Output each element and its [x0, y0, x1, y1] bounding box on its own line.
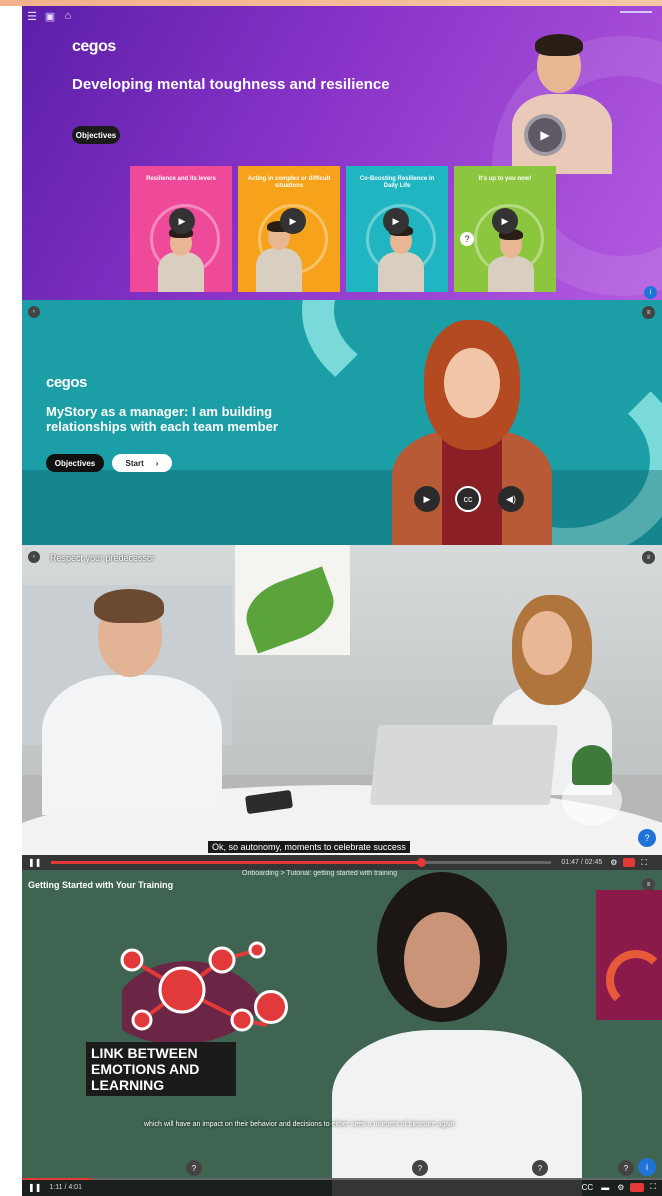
grid-icon[interactable]: ▣ [44, 10, 56, 23]
page-title: Developing mental toughness and resilien… [72, 76, 390, 93]
hotspot-help-icon[interactable]: ? [532, 1160, 548, 1176]
play-icon[interactable]: ▶ [280, 208, 306, 234]
page-title: MyStory as a manager: I am building rela… [46, 404, 278, 434]
module-card-3[interactable]: Co-Boosting Resilience in Daily Life ▶ [346, 166, 448, 292]
time-display: 1:11 / 4:01 [49, 1183, 82, 1191]
course-panel-mystory: ‹ ≡ cegos MyStory as a manager: I am bui… [22, 300, 662, 545]
back-icon[interactable]: ‹ [28, 551, 40, 563]
help-icon[interactable]: i [644, 286, 657, 299]
start-button[interactable]: Start › [112, 454, 172, 472]
chevron-right-icon: › [155, 458, 159, 468]
fullscreen-icon[interactable]: ⛶ [650, 1182, 656, 1192]
play-icon[interactable]: ▶ [492, 208, 518, 234]
fullscreen-icon[interactable]: ⛶ [641, 858, 647, 868]
question-icon: ? [460, 232, 474, 246]
help-icon[interactable]: i [638, 1158, 656, 1176]
module-title: Acting in complex or difficult situation… [247, 176, 331, 189]
objectives-button[interactable]: Objectives [46, 454, 104, 472]
settings-icon[interactable]: ⚙ [617, 1183, 624, 1192]
hotspot-help-icon[interactable]: ? [186, 1160, 202, 1176]
module-card-1[interactable]: Resilience and its levers ▶ [130, 166, 232, 292]
pause-icon[interactable]: ❚❚ [28, 1183, 41, 1192]
subtitles-icon[interactable] [630, 1182, 645, 1192]
video-title: Getting Started with Your Training [28, 880, 174, 890]
help-icon[interactable]: ? [638, 829, 656, 847]
settings-icon[interactable]: ⚙ [610, 858, 617, 867]
course-panel-resilience: ☰ ▣ ⌂ cegos Developing mental toughness … [22, 6, 662, 300]
progress-fill [51, 861, 422, 864]
time-display: 01:47 / 02:45 [561, 859, 603, 866]
hotspot-help-icon[interactable]: ? [618, 1160, 634, 1176]
back-icon[interactable]: ‹ [28, 306, 40, 318]
top-navbar: ☰ ▣ ⌂ [22, 6, 662, 26]
video-panel-respect: ‹ Respect your predecessor ≡ Ok, so auto… [22, 545, 662, 870]
laptop [369, 725, 559, 805]
face-icon [254, 990, 288, 1024]
subtitles-icon[interactable] [623, 858, 636, 867]
module-title: Resilience and its levers [146, 176, 216, 182]
play-icon[interactable]: ▶ [169, 208, 195, 234]
home-icon[interactable]: ⌂ [62, 10, 74, 22]
module-title: It's up to you now! [478, 176, 532, 182]
module-card-4[interactable]: It's up to you now! ▶ ? [454, 166, 556, 292]
volume-icon[interactable]: ▬ [601, 1183, 609, 1192]
progress-handle[interactable] [417, 858, 427, 867]
subtitle: which will have an impact on their behav… [144, 1121, 455, 1128]
progress-bar[interactable] [51, 858, 552, 867]
overlay-heading: LINK BETWEEN EMOTIONS AND LEARNING [86, 1042, 236, 1096]
play-icon[interactable]: ▶ [414, 486, 440, 512]
objectives-button[interactable]: Objectives [72, 126, 120, 144]
cc-icon[interactable]: CC [582, 1183, 594, 1192]
volume-icon[interactable]: ◀) [498, 486, 524, 512]
video-title: Respect your predecessor [50, 553, 156, 563]
presenter-video [322, 870, 612, 1196]
brand-logo: cegos [72, 38, 116, 55]
play-button[interactable]: ▶ [524, 114, 566, 156]
cc-icon[interactable]: cc [455, 486, 481, 512]
wall-poster [235, 545, 350, 655]
man-speaker [32, 575, 232, 815]
brand-logo: cegos [46, 374, 87, 391]
video-panel-getting-started: Onboarding > Tutorial: getting started w… [22, 870, 662, 1196]
menu-icon[interactable]: ≡ [642, 306, 655, 319]
module-card-2[interactable]: Acting in complex or difficult situation… [238, 166, 340, 292]
module-title: Co-Boosting Resilience in Daily Life [359, 176, 435, 189]
video-controls: ❚❚ 1:11 / 4:01 CC ▬ ⚙ ⛶ [22, 1178, 662, 1196]
play-icon[interactable]: ▶ [383, 208, 409, 234]
menu-icon[interactable]: ≡ [642, 551, 655, 564]
menu-icon[interactable]: ☰ [26, 10, 38, 23]
start-label: Start [125, 458, 144, 468]
progress-bar[interactable] [22, 1178, 662, 1180]
progress-fill [22, 1178, 92, 1180]
hotspot-help-icon[interactable]: ? [412, 1160, 428, 1176]
video-controls: ❚❚ 01:47 / 02:45 ⚙ ⛶ [22, 855, 662, 870]
user-menu[interactable] [620, 11, 652, 17]
pause-icon[interactable]: ❚❚ [28, 858, 41, 867]
subtitle: Ok, so autonomy, moments to celebrate su… [208, 841, 410, 853]
